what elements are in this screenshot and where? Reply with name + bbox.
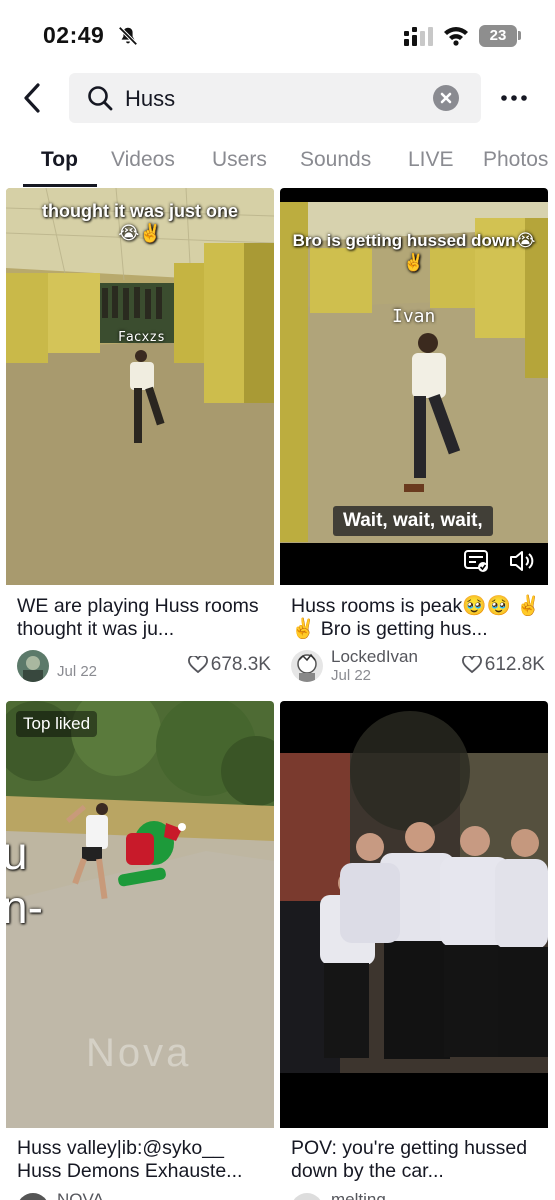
battery-level: 23 bbox=[489, 27, 507, 44]
video-meta: NOVA bbox=[17, 1190, 271, 1200]
video-watermark: Nova bbox=[86, 1031, 192, 1075]
video-thumbnail[interactable]: Bro is getting hussed down😭 ✌️ Ivan Wait… bbox=[280, 188, 548, 585]
battery-icon: 23 bbox=[479, 25, 517, 47]
bell-slash-icon bbox=[118, 26, 138, 46]
video-overlay-text: Bro is getting hussed down😭 ✌️ bbox=[292, 231, 536, 272]
tab-videos[interactable]: Videos bbox=[111, 148, 175, 172]
status-time: 02:49 bbox=[43, 22, 105, 48]
video-caption[interactable]: WE are playing Huss rooms thought it was… bbox=[17, 595, 267, 641]
back-chevron-icon[interactable] bbox=[18, 80, 48, 116]
like-count-value: 678.3K bbox=[210, 654, 271, 675]
player-name-tag: Ivan bbox=[392, 306, 436, 327]
search-icon bbox=[88, 86, 113, 111]
post-date: Jul 22 bbox=[57, 663, 98, 680]
video-meta: LockedIvan Jul 22 612.8K bbox=[291, 647, 545, 687]
backrooms-scene-image bbox=[6, 188, 274, 585]
video-meta: melting bbox=[291, 1190, 545, 1200]
video-thumbnail[interactable] bbox=[280, 701, 548, 1128]
author-name[interactable]: melting bbox=[331, 1190, 386, 1200]
like-count: 678.3K bbox=[187, 654, 271, 676]
avatar[interactable] bbox=[291, 1193, 323, 1200]
author-name[interactable]: LockedIvan bbox=[331, 647, 418, 667]
more-icon[interactable] bbox=[500, 86, 528, 110]
tab-photos[interactable]: Photos bbox=[483, 148, 548, 172]
active-tab-indicator bbox=[23, 184, 97, 187]
result-card-1[interactable]: thought it was just one 😭✌️ Facxzs WE ar… bbox=[6, 188, 274, 696]
video-overlay-text: thought it was just one 😭✌️ bbox=[42, 201, 238, 243]
video-subtitle: Wait, wait, wait, bbox=[333, 506, 493, 536]
top-liked-badge: Top liked bbox=[16, 711, 98, 737]
video-caption[interactable]: Huss valley|ib:@syko__ Huss Demons Exhau… bbox=[17, 1137, 267, 1183]
tab-live[interactable]: LIVE bbox=[408, 148, 454, 172]
captions-icon[interactable] bbox=[464, 549, 490, 573]
search-tabs: Top Videos Users Sounds LIVE Photos bbox=[0, 130, 555, 188]
result-card-3[interactable]: Top liked u n- Nova Huss valley|ib:@syko… bbox=[6, 701, 274, 1200]
result-card-2[interactable]: Bro is getting hussed down😭 ✌️ Ivan Wait… bbox=[280, 188, 548, 696]
video-meta: Jul 22 678.3K bbox=[17, 647, 271, 687]
status-bar: 02:49 23 bbox=[0, 0, 555, 70]
avatar[interactable] bbox=[17, 650, 49, 682]
like-count-value: 612.8K bbox=[484, 654, 545, 675]
like-count: 612.8K bbox=[461, 654, 545, 676]
wifi-icon bbox=[444, 27, 468, 46]
video-caption[interactable]: Huss rooms is peak🥹🥹 ✌️✌️ Bro is getting… bbox=[291, 595, 541, 641]
result-card-4[interactable]: POV: you're getting hussed down by the c… bbox=[280, 701, 548, 1200]
battery-tip bbox=[518, 31, 521, 40]
search-value: Huss bbox=[125, 86, 176, 111]
post-date: Jul 22 bbox=[331, 667, 372, 684]
video-caption[interactable]: POV: you're getting hussed down by the c… bbox=[291, 1137, 541, 1183]
video-side-text: u n- bbox=[6, 827, 43, 933]
avatar[interactable] bbox=[291, 650, 323, 682]
tab-top[interactable]: Top bbox=[41, 148, 78, 172]
heart-icon bbox=[187, 656, 208, 674]
player-name-tag: Facxzs bbox=[118, 330, 165, 345]
video-thumbnail[interactable]: thought it was just one 😭✌️ Facxzs bbox=[6, 188, 274, 585]
signal-icon bbox=[404, 27, 433, 46]
search-input[interactable]: Huss bbox=[69, 73, 481, 123]
author-name[interactable]: NOVA bbox=[57, 1190, 104, 1200]
volume-icon[interactable] bbox=[508, 549, 536, 573]
video-thumbnail[interactable]: Top liked u n- Nova bbox=[6, 701, 274, 1128]
clear-icon[interactable] bbox=[433, 85, 459, 111]
tab-sounds[interactable]: Sounds bbox=[300, 148, 371, 172]
avatar[interactable] bbox=[17, 1193, 49, 1200]
crowd-scene-image bbox=[280, 701, 548, 1128]
heart-icon bbox=[461, 656, 482, 674]
tab-users[interactable]: Users bbox=[212, 148, 267, 172]
